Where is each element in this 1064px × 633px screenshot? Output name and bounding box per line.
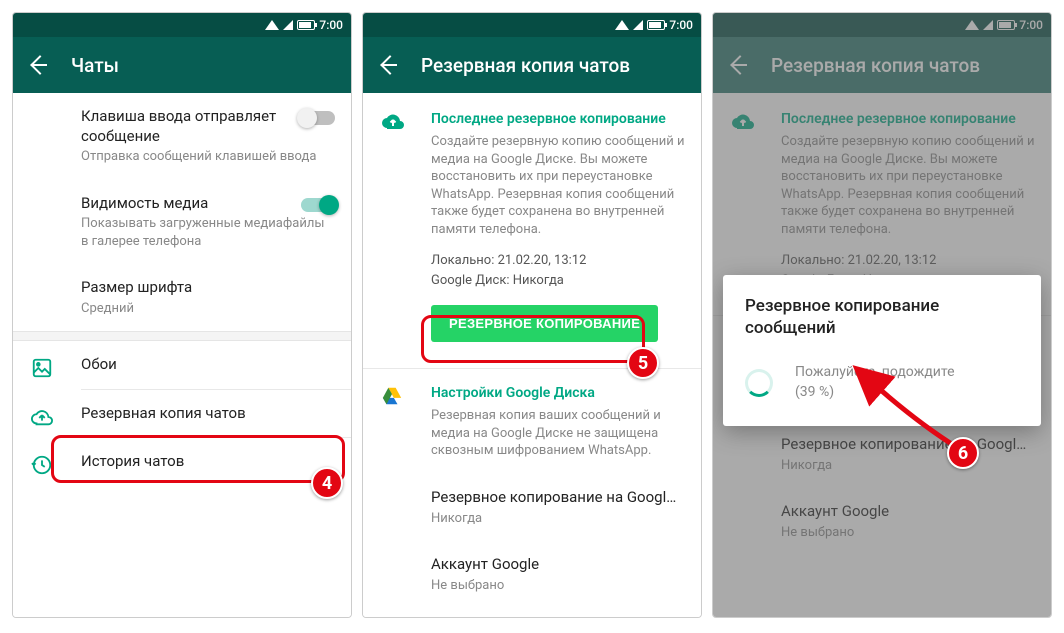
clock: 7:00 [669,18,693,32]
app-bar: Резервная копия чатов [363,37,701,93]
last-backup-section: Последнее резервное копирование Создайте… [363,93,701,356]
wallpaper-icon [31,357,55,381]
clock: 7:00 [319,18,343,32]
setting-media-visibility[interactable]: Видимость медиа Показывать загруженные м… [13,180,351,265]
setting-chat-backup[interactable]: Резервная копия чатов [13,390,351,438]
phone-backup-settings: 7:00 Резервная копия чатов Последнее рез… [362,12,702,618]
history-icon [31,454,55,478]
toggle-media-visibility[interactable] [301,198,335,212]
wifi-icon [615,20,629,30]
google-drive-icon [381,385,405,409]
wifi-icon [265,20,279,30]
setting-wallpaper[interactable]: Обои [13,341,351,389]
page-title: Чаты [71,54,119,77]
dialog-message: Пожалуйста, подождите (39 %) [795,363,955,402]
gdrive-settings-section: Настройки Google Диска Резервная копия в… [363,369,701,474]
setting-chat-history[interactable]: История чатов [13,438,351,486]
cloud-upload-icon [31,406,55,430]
battery-icon [647,20,665,30]
back-arrow-icon[interactable] [29,56,47,74]
signal-icon [283,20,293,30]
dialog-title: Резервное копирование сообщений [745,295,1019,339]
backup-frequency[interactable]: Резервное копирование на Googl… Никогда [363,474,701,541]
callout-badge-6: 6 [947,437,979,469]
cloud-upload-icon [381,109,405,133]
callout-badge-4: 4 [311,467,343,499]
page-title: Резервная копия чатов [421,54,630,77]
callout-badge-5: 5 [627,347,659,379]
battery-icon [297,20,315,30]
backup-button[interactable]: РЕЗЕРВНОЕ КОПИРОВАНИЕ [431,305,658,342]
setting-font-size[interactable]: Размер шрифта Средний [13,264,351,331]
toggle-enter-sends[interactable] [301,111,335,125]
google-account[interactable]: Аккаунт Google Не выбрано [363,541,701,608]
status-bar: 7:00 [363,13,701,37]
phone-chats-settings: 7:00 Чаты Клавиша ввода отправляет сообщ… [12,12,352,618]
signal-icon [633,20,643,30]
status-bar: 7:00 [13,13,351,37]
setting-enter-sends[interactable]: Клавиша ввода отправляет сообщение Отпра… [13,93,351,180]
phone-backup-progress: 7:00 Резервная копия чатов Последнее рез… [712,12,1052,618]
backup-progress-dialog: Резервное копирование сообщений Пожалуйс… [723,275,1041,426]
back-arrow-icon[interactable] [379,56,397,74]
app-bar: Чаты [13,37,351,93]
spinner-icon [745,369,773,397]
